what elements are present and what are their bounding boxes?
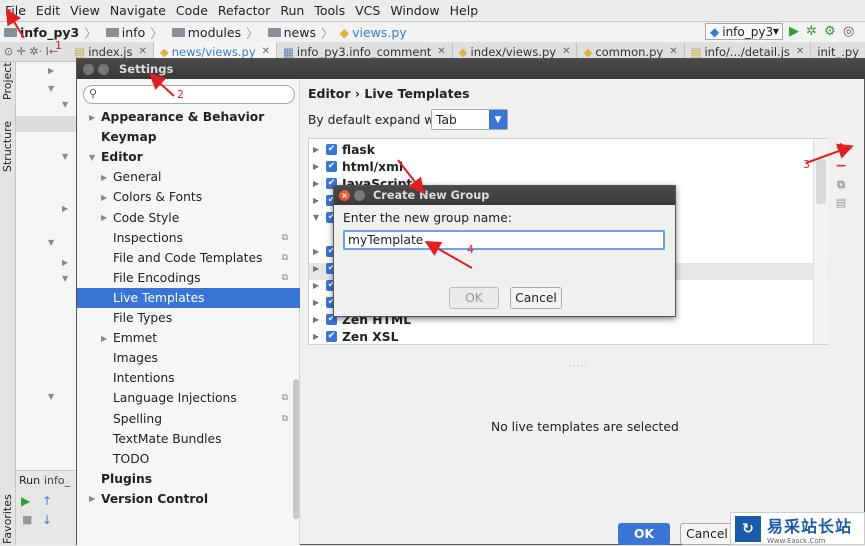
annotation-label-4: 4 xyxy=(467,243,474,256)
annotation-overlay xyxy=(5,8,854,269)
annotation-arrow-1 xyxy=(5,8,25,39)
annotation-arrow-2 xyxy=(149,73,175,97)
annotation-label-3: 3 xyxy=(803,158,810,171)
watermark-text: 易采站长站 Www.Easck.Com xyxy=(767,516,853,545)
watermark-logo-icon: ↻ xyxy=(735,515,761,542)
annotation-arrow-4 xyxy=(397,159,425,195)
annotation-label-2: 2 xyxy=(177,88,184,101)
annotation-label-1: 1 xyxy=(55,39,62,52)
watermark: ↻ 易采站长站 Www.Easck.Com xyxy=(730,512,865,545)
annotation-arrow-5 xyxy=(424,241,473,269)
annotation-arrow-3 xyxy=(805,143,854,164)
